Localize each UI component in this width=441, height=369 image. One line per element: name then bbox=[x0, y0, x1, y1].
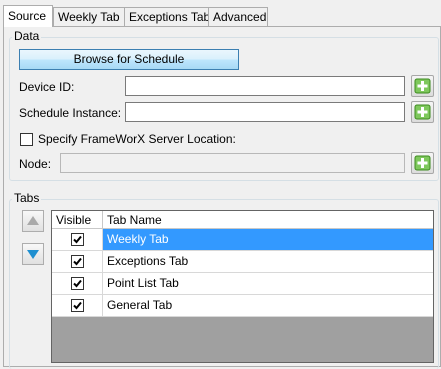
green-plus-icon bbox=[414, 104, 431, 120]
visible-checkbox[interactable] bbox=[71, 277, 84, 290]
tab-weekly[interactable]: Weekly Tab bbox=[53, 7, 125, 26]
visible-cell bbox=[52, 251, 103, 272]
schedule-instance-add-button[interactable] bbox=[411, 101, 434, 123]
visible-cell bbox=[52, 273, 103, 294]
arrow-down-icon bbox=[27, 250, 39, 259]
tab-exceptions[interactable]: Exceptions Tab bbox=[124, 7, 210, 26]
specify-server-checkbox[interactable] bbox=[20, 133, 33, 146]
tab-source[interactable]: Source bbox=[3, 5, 53, 27]
green-plus-icon bbox=[414, 155, 431, 171]
tab-name-cell[interactable]: Point List Tab bbox=[103, 273, 433, 294]
table-row[interactable]: Point List Tab bbox=[52, 273, 433, 295]
device-id-label: Device ID: bbox=[19, 80, 75, 94]
node-input[interactable] bbox=[60, 153, 405, 173]
tab-name-cell[interactable]: Weekly Tab bbox=[103, 229, 433, 250]
browse-for-schedule-button[interactable]: Browse for Schedule bbox=[19, 49, 239, 70]
checkmark-icon bbox=[73, 235, 82, 244]
table-row[interactable]: Exceptions Tab bbox=[52, 251, 433, 273]
tabs-group-title: Tabs bbox=[12, 191, 42, 205]
visible-cell bbox=[52, 295, 103, 316]
visible-checkbox[interactable] bbox=[71, 255, 84, 268]
visible-cell bbox=[52, 229, 103, 250]
node-add-button[interactable] bbox=[411, 152, 434, 174]
arrow-up-icon bbox=[27, 216, 39, 225]
tab-name-cell[interactable]: General Tab bbox=[103, 295, 433, 316]
tabs-grid[interactable]: Visible Tab Name Weekly Tab Exceptions T… bbox=[51, 210, 434, 363]
checkmark-icon bbox=[73, 301, 82, 310]
grid-header: Visible Tab Name bbox=[52, 211, 433, 229]
visible-checkbox[interactable] bbox=[71, 299, 84, 312]
move-down-button[interactable] bbox=[22, 243, 44, 265]
move-up-button[interactable] bbox=[22, 210, 44, 232]
checkmark-icon bbox=[73, 279, 82, 288]
tab-advanced[interactable]: Advanced bbox=[208, 7, 268, 26]
visible-checkbox[interactable] bbox=[71, 233, 84, 246]
column-header-tab-name[interactable]: Tab Name bbox=[103, 211, 433, 229]
checkmark-icon bbox=[73, 257, 82, 266]
table-row[interactable]: Weekly Tab bbox=[52, 229, 433, 251]
node-label: Node: bbox=[19, 157, 52, 171]
data-group-title: Data bbox=[12, 29, 42, 43]
column-header-visible[interactable]: Visible bbox=[52, 211, 103, 229]
schedule-instance-label: Schedule Instance: bbox=[19, 106, 122, 120]
device-id-input[interactable] bbox=[125, 76, 405, 96]
green-plus-icon bbox=[414, 78, 431, 94]
device-id-add-button[interactable] bbox=[411, 75, 434, 97]
specify-server-label: Specify FrameWorX Server Location: bbox=[38, 132, 236, 146]
schedule-instance-input[interactable] bbox=[125, 102, 405, 122]
tab-name-cell[interactable]: Exceptions Tab bbox=[103, 251, 433, 272]
table-row[interactable]: General Tab bbox=[52, 295, 433, 317]
